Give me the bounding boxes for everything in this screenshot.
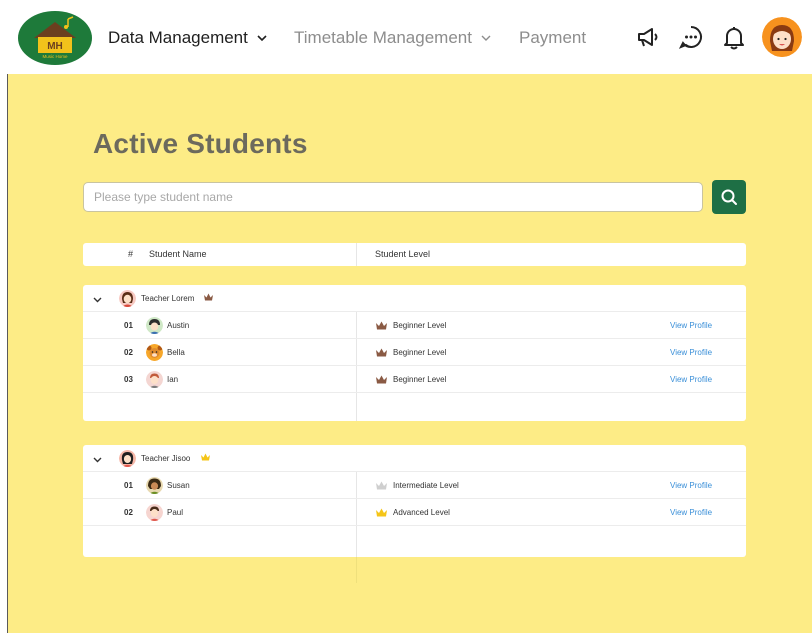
table-row: 02 Paul Advanced Level View Profile (83, 499, 746, 526)
chevron-down-icon[interactable] (93, 295, 102, 304)
teacher-group-jisoo: Teacher Jisoo 01 Susan Intermediate Leve… (83, 445, 746, 557)
crown-icon (201, 453, 210, 461)
teacher-group-header[interactable]: Teacher Jisoo (83, 445, 746, 472)
row-number: 02 (124, 508, 133, 517)
nav-timetable-management[interactable]: Timetable Management (294, 28, 492, 48)
column-level-header: Student Level (375, 249, 431, 259)
table-header: # Student Name Student Level (83, 243, 746, 266)
student-avatar (146, 317, 163, 334)
teacher-avatar (119, 450, 136, 467)
svg-text:MH: MH (47, 41, 63, 52)
row-number: 03 (124, 375, 133, 384)
student-name: Ian (167, 375, 179, 384)
view-profile-link[interactable]: View Profile (670, 348, 712, 357)
nav-payment[interactable]: Payment (519, 28, 586, 48)
student-name: Paul (167, 508, 184, 517)
table-row: 02 Bella Beginner Level View Profile (83, 339, 746, 366)
teacher-avatar (119, 290, 136, 307)
crown-icon (376, 481, 387, 490)
row-number: 01 (124, 481, 133, 490)
nav-data-management-label: Data Management (108, 28, 248, 47)
table-row: 01 Austin Beginner Level View Profile (83, 312, 746, 339)
chevron-down-icon (257, 35, 267, 42)
student-avatar (146, 371, 163, 388)
chat-icon[interactable] (678, 24, 704, 50)
student-avatar (146, 504, 163, 521)
student-avatar (146, 344, 163, 361)
crown-icon (376, 321, 387, 330)
view-profile-link[interactable]: View Profile (670, 375, 712, 384)
megaphone-icon[interactable] (635, 24, 661, 50)
table-row: 01 Susan Intermediate Level View Profile (83, 472, 746, 499)
nav-payment-label: Payment (519, 28, 587, 47)
search-button[interactable] (712, 180, 746, 214)
teacher-name: Teacher Jisoo (141, 454, 191, 463)
table-row: 03 Ian Beginner Level View Profile (83, 366, 746, 393)
view-profile-link[interactable]: View Profile (670, 508, 712, 517)
search-icon (721, 189, 737, 205)
student-level: Intermediate Level (393, 481, 459, 490)
crown-icon (376, 375, 387, 384)
crown-icon (204, 293, 213, 301)
student-level: Advanced Level (393, 508, 450, 517)
row-number: 01 (124, 321, 133, 330)
bell-icon[interactable] (721, 24, 747, 50)
column-divider (356, 243, 357, 266)
teacher-name: Teacher Lorem (141, 294, 195, 303)
view-profile-link[interactable]: View Profile (670, 321, 712, 330)
user-avatar[interactable] (762, 17, 802, 57)
student-level: Beginner Level (393, 321, 447, 330)
crown-icon (376, 348, 387, 357)
column-name-header: Student Name (149, 249, 207, 259)
page-title: Active Students (93, 128, 308, 159)
student-avatar (146, 477, 163, 494)
view-profile-link[interactable]: View Profile (670, 481, 712, 490)
search-input[interactable] (83, 182, 703, 212)
column-number-header: # (128, 249, 134, 259)
music-home-logo[interactable]: MH Music Home (18, 11, 92, 65)
chevron-down-icon[interactable] (93, 455, 102, 464)
nav-data-management[interactable]: Data Management (108, 28, 268, 48)
row-number: 02 (124, 348, 133, 357)
student-level: Beginner Level (393, 348, 447, 357)
crown-icon (376, 508, 387, 517)
student-level: Beginner Level (393, 375, 447, 384)
student-name: Austin (167, 321, 190, 330)
student-name: Susan (167, 481, 190, 490)
top-navigation: MH Music Home Data Management Timetable … (0, 0, 812, 74)
teacher-group-lorem: Teacher Lorem 01 Austin Beginner Level V… (83, 285, 746, 421)
teacher-group-header[interactable]: Teacher Lorem (83, 285, 746, 312)
column-divider-extension (356, 557, 357, 583)
student-name: Bella (167, 348, 185, 357)
nav-timetable-management-label: Timetable Management (294, 28, 472, 47)
chevron-down-icon (481, 35, 491, 41)
svg-text:Music Home: Music Home (42, 54, 68, 59)
